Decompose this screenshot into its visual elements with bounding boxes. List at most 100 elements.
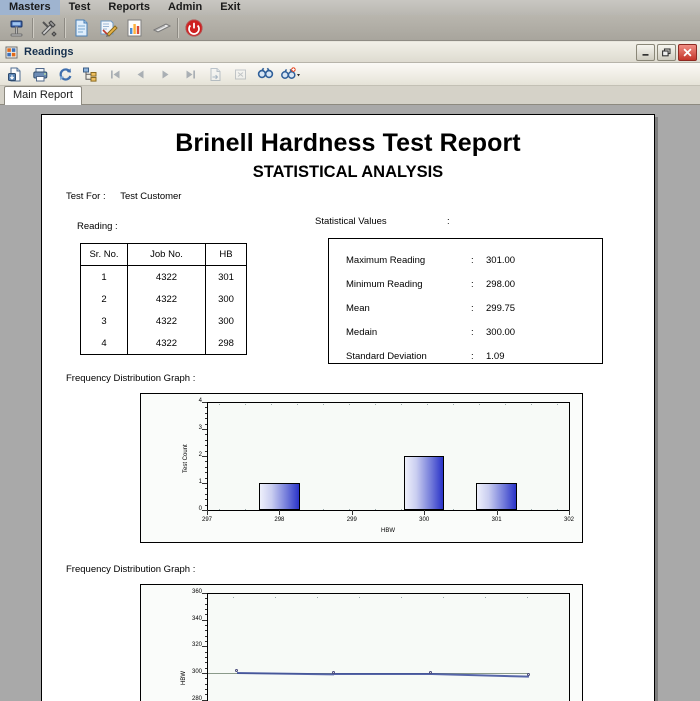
report-button-first-page[interactable] <box>103 64 128 85</box>
report-tab-strip: Main Report <box>0 86 700 105</box>
y-minor-tick <box>204 614 207 616</box>
stat-value: 298.00 <box>486 279 516 290</box>
application-window: Masters Test Reports Admin Exit Readings… <box>0 0 700 701</box>
toolbar-button-new-test[interactable] <box>67 16 94 40</box>
y-tick-label: 280 <box>191 695 202 701</box>
grid-dot <box>443 597 444 598</box>
frequency-distribution-graph-2-label: Frequency Distribution Graph : <box>66 564 196 575</box>
toolbar-button-exit[interactable] <box>180 16 207 40</box>
previous-page-icon <box>137 70 144 78</box>
main-toolbar <box>0 15 700 41</box>
y-tick <box>202 483 207 484</box>
x-tick-label: 297 <box>201 517 212 523</box>
statistical-values-text: Statistical Values <box>315 216 387 227</box>
stat-value: 299.75 <box>486 303 516 314</box>
chart-icon <box>127 19 141 36</box>
toolbar-button-reports[interactable] <box>121 16 148 40</box>
toolbar-separator-1 <box>32 17 33 38</box>
y-axis-title: HBW <box>181 671 187 685</box>
grid-dot <box>485 597 486 598</box>
x-tick <box>351 510 353 515</box>
grid-dot <box>557 404 558 405</box>
report-viewport[interactable]: Brinell Hardness Test Report STATISTICAL… <box>0 105 700 701</box>
grid-dot <box>359 597 360 598</box>
report-button-next-page[interactable] <box>153 64 178 85</box>
menu-item-reports[interactable]: Reports <box>99 0 159 15</box>
report-button-refresh[interactable] <box>53 64 78 85</box>
go-to-page-icon <box>210 67 221 81</box>
grid-dot <box>297 404 298 405</box>
y-minor-tick <box>204 412 207 414</box>
report-button-last-page[interactable] <box>178 64 203 85</box>
tab-main-report[interactable]: Main Report <box>4 86 82 105</box>
y-minor-tick <box>204 694 207 696</box>
reading-label: Reading : <box>77 221 118 232</box>
print-icon <box>33 67 48 81</box>
x-axis-line <box>207 510 569 512</box>
y-minor-tick <box>204 609 207 610</box>
main-menu-bar: Masters Test Reports Admin Exit <box>0 0 700 16</box>
y-minor-tick <box>204 434 207 436</box>
toolbar-button-input[interactable] <box>148 16 175 40</box>
y-tick-label: 340 <box>191 615 202 622</box>
stat-key: Maximum Reading <box>346 255 426 266</box>
stat-colon: : <box>471 327 474 338</box>
search-text-icon <box>257 67 274 78</box>
menu-item-masters[interactable]: Masters <box>0 0 60 15</box>
test-for-label: Test For : <box>66 191 106 202</box>
y-minor-tick <box>204 493 207 495</box>
refresh-icon <box>59 67 72 80</box>
menu-item-exit[interactable]: Exit <box>211 0 249 15</box>
table-row: 2 4322 300 <box>80 288 247 310</box>
plot-right-border <box>569 593 571 701</box>
column-header-job-no: Job No. <box>127 243 206 266</box>
y-tick-label: 360 <box>191 589 202 595</box>
report-button-print[interactable] <box>28 64 53 85</box>
y-minor-tick <box>204 504 207 506</box>
stat-key: Standard Deviation <box>346 351 427 362</box>
toolbar-separator-2 <box>64 17 65 38</box>
report-button-find-text[interactable] <box>253 64 278 85</box>
y-tick-label: 1 <box>198 479 202 485</box>
y-minor-tick <box>204 450 207 452</box>
minimize-button[interactable] <box>636 43 655 61</box>
report-button-close-current-view[interactable] <box>228 64 253 85</box>
report-button-previous-page[interactable] <box>128 64 153 85</box>
x-tick <box>496 510 498 515</box>
frequency-distribution-bar-chart: 0 1 2 3 4 297 298 299 300 301 302 HBW Test Count <box>140 393 583 543</box>
menu-item-admin[interactable]: Admin <box>159 0 211 15</box>
page-subtitle: STATISTICAL ANALYSIS <box>252 163 444 181</box>
frequency-distribution-graph-1-label: Frequency Distribution Graph : <box>66 373 196 384</box>
test-for-value: Test Customer <box>120 191 182 202</box>
toolbar-button-edit[interactable] <box>94 16 121 40</box>
y-tick-label: 300 <box>191 669 202 675</box>
grid-dot <box>219 404 220 405</box>
toolbar-button-machine-info[interactable] <box>3 16 30 40</box>
grid-dot <box>557 509 558 510</box>
y-tick <box>202 456 207 457</box>
grid-dot <box>219 509 220 510</box>
toolbar-button-tools[interactable] <box>35 16 62 40</box>
report-button-zoom[interactable] <box>278 64 303 85</box>
stat-colon: : <box>471 303 474 314</box>
report-button-export[interactable] <box>3 64 28 85</box>
grid-dot <box>375 404 376 405</box>
y-tick-label: 0 <box>198 506 202 512</box>
y-minor-tick <box>204 689 207 690</box>
grid-dot <box>479 404 480 405</box>
cell-job-no: 4322 <box>127 310 206 332</box>
column-header-hb: HB <box>205 243 247 266</box>
grid-dot <box>427 404 428 405</box>
menu-item-test[interactable]: Test <box>60 0 100 15</box>
child-window-titlebar[interactable]: Readings <box>0 42 700 63</box>
maximize-button[interactable] <box>657 43 676 61</box>
close-button[interactable] <box>678 43 697 61</box>
toggle-group-tree-icon <box>83 67 97 82</box>
cell-sr-no: 4 <box>80 332 128 355</box>
cell-sr-no: 2 <box>80 288 128 310</box>
toolbar-separator-3 <box>177 17 178 38</box>
report-button-toggle-group-tree[interactable] <box>78 64 103 85</box>
y-minor-tick <box>204 461 207 463</box>
report-button-go-to-page[interactable] <box>203 64 228 85</box>
cell-sr-no: 1 <box>80 265 128 288</box>
